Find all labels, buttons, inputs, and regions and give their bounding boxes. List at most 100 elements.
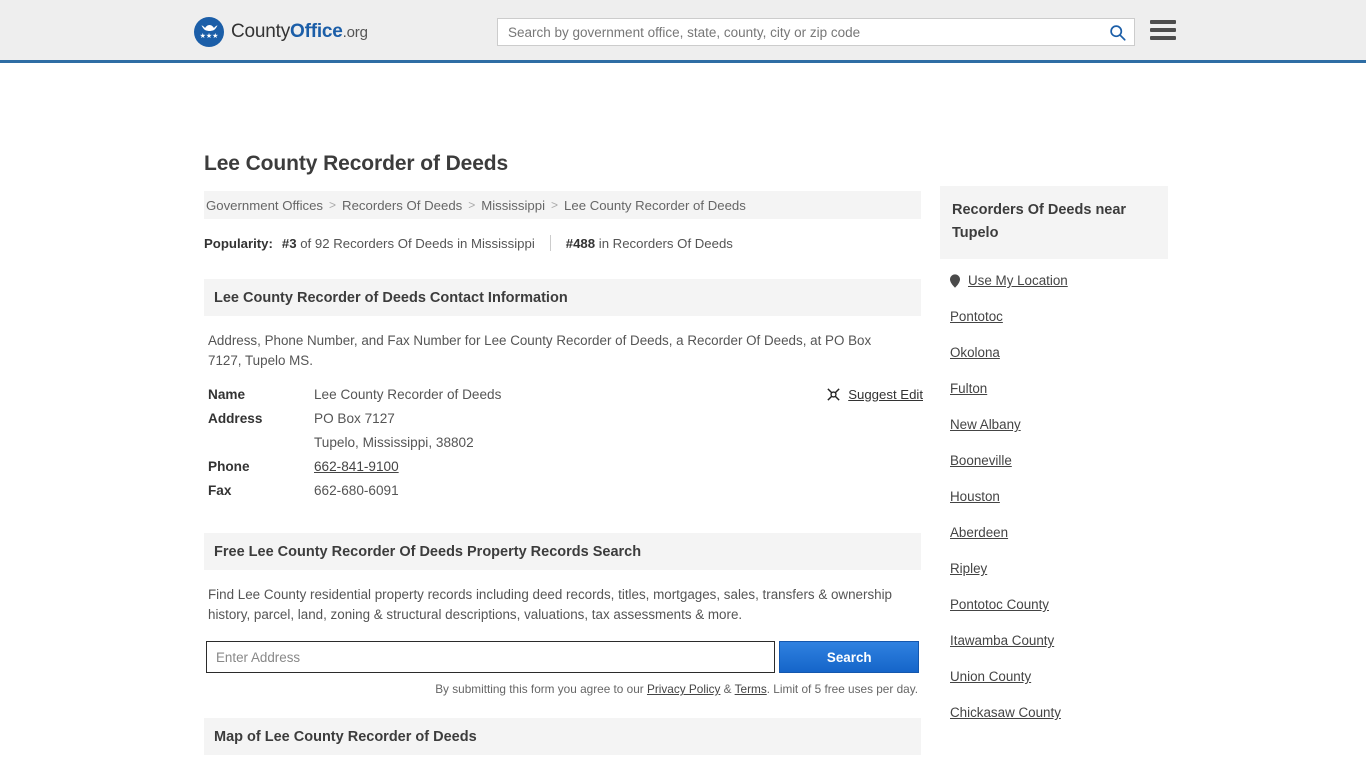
page-title: Lee County Recorder of Deeds — [204, 152, 509, 175]
sidebar-link[interactable]: Union County — [950, 669, 1031, 684]
sidebar-item-use-my-location[interactable]: Use My Location — [950, 273, 1168, 288]
sidebar-item-aberdeen[interactable]: Aberdeen — [950, 525, 1168, 540]
terms-link[interactable]: Terms — [735, 682, 767, 696]
contact-details-table: Suggest Edit Name Lee County Recorder of… — [206, 387, 923, 498]
popularity-overall-rank-number: #488 — [565, 235, 596, 251]
contact-row-phone: Phone 662-841-9100 — [206, 459, 923, 474]
phone-link[interactable]: 662-841-9100 — [314, 459, 399, 474]
breadcrumb-item-current: Lee County Recorder of Deeds — [564, 197, 746, 213]
hamburger-bar — [1150, 20, 1176, 24]
sidebar-link[interactable]: Chickasaw County — [950, 705, 1061, 720]
logo-stars: ★★★ — [199, 33, 219, 40]
popularity-divider — [549, 235, 551, 251]
sidebar-item-fulton[interactable]: Fulton — [950, 381, 1168, 396]
disclaimer-pre: By submitting this form you agree to our — [435, 682, 647, 696]
sidebar-item-chickasaw-county[interactable]: Chickasaw County — [950, 705, 1168, 720]
site-logo[interactable]: ★★★ CountyOffice.org — [194, 17, 368, 47]
sidebar-item-pontotoc[interactable]: Pontotoc — [950, 309, 1168, 324]
contact-row-key: Phone — [208, 459, 250, 474]
hamburger-bar — [1150, 36, 1176, 40]
sidebar-heading: Recorders Of Deeds near Tupelo — [940, 186, 1168, 259]
popularity-row: Popularity: #3 of 92 Recorders Of Deeds … — [204, 235, 733, 251]
sidebar-link[interactable]: New Albany — [950, 417, 1021, 432]
contact-row-name: Name Lee County Recorder of Deeds — [206, 387, 923, 402]
sidebar-item-itawamba-county[interactable]: Itawamba County — [950, 633, 1168, 648]
contact-row-key: Fax — [208, 483, 232, 498]
breadcrumb: Government Offices > Recorders Of Deeds … — [204, 191, 921, 219]
eagle-seal-icon: ★★★ — [194, 17, 224, 47]
map-section-heading: Map of Lee County Recorder of Deeds — [204, 718, 921, 755]
search-input[interactable] — [498, 24, 1105, 40]
sidebar-link[interactable]: Fulton — [950, 381, 987, 396]
use-my-location-link[interactable]: Use My Location — [968, 273, 1068, 288]
sidebar-link[interactable]: Okolona — [950, 345, 1000, 360]
contact-row-key: Name — [208, 387, 246, 402]
breadcrumb-separator: > — [468, 198, 476, 212]
address-input[interactable] — [206, 641, 776, 673]
sidebar-item-pontotoc-county[interactable]: Pontotoc County — [950, 597, 1168, 612]
sidebar-link[interactable]: Ripley — [950, 561, 987, 576]
sidebar-link[interactable]: Booneville — [950, 453, 1012, 468]
contact-row-value: Lee County Recorder of Deeds — [314, 387, 502, 402]
disclaimer-post: . Limit of 5 free uses per day. — [766, 682, 918, 696]
contact-information-section: Lee County Recorder of Deeds Contact Inf… — [204, 279, 923, 498]
logo-text-county: County — [231, 21, 291, 42]
global-search-box[interactable] — [497, 18, 1135, 46]
contact-section-blurb: Address, Phone Number, and Fax Number fo… — [208, 333, 872, 368]
sidebar: Recorders Of Deeds near Tupelo Use My Lo… — [940, 186, 1168, 741]
map-section: Map of Lee County Recorder of Deeds View… — [204, 718, 921, 768]
contact-row-fax: Fax 662-680-6091 — [206, 483, 923, 498]
breadcrumb-separator: > — [329, 198, 337, 212]
site-header: ★★★ CountyOffice.org — [0, 0, 1366, 63]
sidebar-links: Use My Location Pontotoc Okolona Fulton … — [940, 273, 1168, 720]
privacy-policy-link[interactable]: Privacy Policy — [647, 682, 720, 696]
disclaimer-mid: & — [720, 682, 735, 696]
main-content: Lee County Recorder of Deeds Contact Inf… — [204, 279, 923, 768]
contact-row-address: Address PO Box 7127 — [206, 411, 923, 426]
popularity-overall-rank-text: in Recorders Of Deeds — [595, 235, 733, 251]
sidebar-item-houston[interactable]: Houston — [950, 489, 1168, 504]
breadcrumb-item-recorders-of-deeds[interactable]: Recorders Of Deeds — [342, 198, 462, 213]
sidebar-link[interactable]: Aberdeen — [950, 525, 1008, 540]
breadcrumb-item-government-offices[interactable]: Government Offices — [206, 198, 323, 213]
logo-text: CountyOffice.org — [231, 21, 368, 43]
hamburger-menu-icon[interactable] — [1150, 20, 1176, 40]
breadcrumb-item-mississippi[interactable]: Mississippi — [481, 198, 545, 213]
contact-row-address-line2: Tupelo, Mississippi, 38802 — [206, 435, 923, 450]
contact-row-value: 662-841-9100 — [314, 459, 399, 474]
sidebar-link[interactable]: Houston — [950, 489, 1000, 504]
popularity-overall-rank: #488 in Recorders Of Deeds — [566, 236, 733, 251]
sidebar-link[interactable]: Itawamba County — [950, 633, 1054, 648]
sidebar-item-okolona[interactable]: Okolona — [950, 345, 1168, 360]
contact-row-value: PO Box 7127 — [314, 411, 395, 426]
popularity-state-rank-text: of 92 Recorders Of Deeds in Mississippi — [296, 235, 535, 251]
sidebar-item-new-albany[interactable]: New Albany — [950, 417, 1168, 432]
popularity-label: Popularity: — [204, 235, 273, 251]
address-search-button[interactable]: Search — [779, 641, 919, 673]
property-records-search-section: Free Lee County Recorder Of Deeds Proper… — [204, 533, 921, 696]
search-icon — [1110, 24, 1126, 41]
logo-text-office: Office — [290, 21, 343, 42]
contact-row-value: 662-680-6091 — [314, 483, 399, 498]
sidebar-item-ripley[interactable]: Ripley — [950, 561, 1168, 576]
records-search-heading: Free Lee County Recorder Of Deeds Proper… — [204, 533, 921, 570]
sidebar-link[interactable]: Pontotoc — [950, 309, 1003, 324]
map-pin-icon — [950, 273, 960, 288]
contact-section-heading: Lee County Recorder of Deeds Contact Inf… — [204, 279, 921, 316]
breadcrumb-separator: > — [551, 198, 559, 212]
address-search-form: Search — [206, 641, 919, 673]
popularity-state-rank-number: #3 — [281, 235, 297, 251]
sidebar-link[interactable]: Pontotoc County — [950, 597, 1049, 612]
search-button[interactable] — [1105, 24, 1134, 41]
edit-pencil-icon — [827, 388, 840, 401]
records-search-blurb: Find Lee County residential property rec… — [208, 587, 893, 622]
logo-text-org: .org — [342, 24, 368, 41]
hamburger-bar — [1150, 28, 1176, 32]
suggest-edit-label: Suggest Edit — [848, 387, 923, 402]
contact-row-key — [206, 435, 314, 450]
form-disclaimer: By submitting this form you agree to our… — [206, 682, 919, 696]
sidebar-item-booneville[interactable]: Booneville — [950, 453, 1168, 468]
sidebar-item-union-county[interactable]: Union County — [950, 669, 1168, 684]
popularity-state-rank: #3 of 92 Recorders Of Deeds in Mississip… — [282, 236, 535, 251]
suggest-edit-link[interactable]: Suggest Edit — [826, 387, 923, 402]
